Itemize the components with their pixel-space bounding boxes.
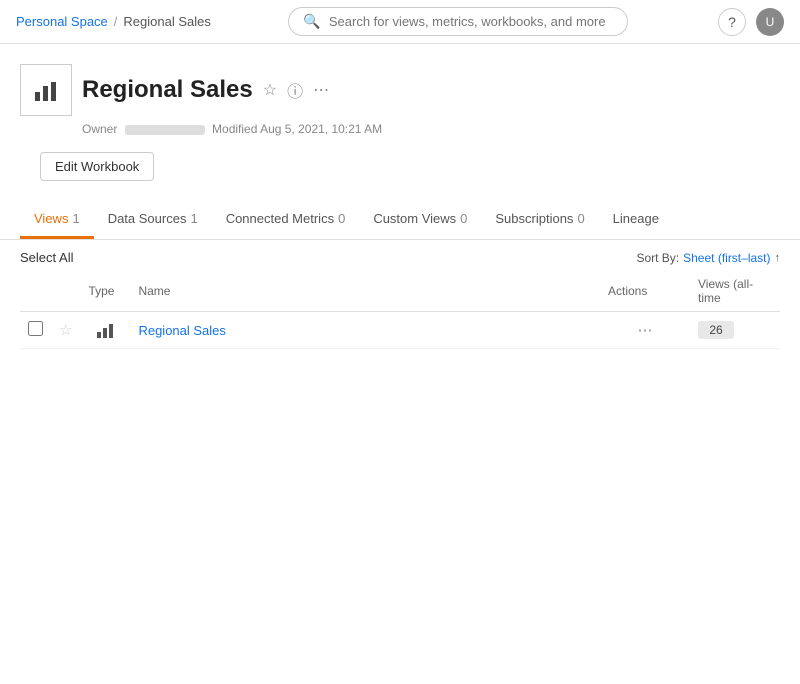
modified-label: Modified — [212, 122, 257, 136]
tab-connected-metrics-label: Connected Metrics — [226, 211, 334, 226]
views-table: Type Name Actions Views (all-time ☆ — [20, 271, 780, 349]
workbook-meta: Owner Modified Aug 5, 2021, 10:21 AM — [82, 122, 780, 136]
row-favorite-cell: ☆ — [51, 312, 80, 349]
owner-name — [125, 125, 205, 135]
row-type-icon — [88, 320, 122, 340]
table-controls: Select All Sort By: Sheet (first–last) ↑ — [20, 240, 780, 271]
help-button[interactable]: ? — [718, 8, 746, 36]
tab-custom-views[interactable]: Custom Views 0 — [359, 201, 481, 239]
row-name-link[interactable]: Regional Sales — [138, 323, 225, 338]
tab-data-sources-count: 1 — [190, 211, 197, 226]
table-row: ☆ Regional Sales ⋯ — [20, 312, 780, 349]
owner-label: Owner — [82, 122, 117, 136]
row-checkbox[interactable] — [28, 321, 43, 336]
workbook-info-icon[interactable]: ⓘ — [287, 78, 303, 102]
app-header: Personal Space / Regional Sales 🔍 ? U — [0, 0, 800, 44]
tab-data-sources-label: Data Sources — [108, 211, 187, 226]
workbook-title: Regional Sales — [82, 76, 253, 104]
search-icon: 🔍 — [303, 13, 320, 30]
tab-connected-metrics[interactable]: Connected Metrics 0 — [212, 201, 360, 239]
tab-custom-views-label: Custom Views — [373, 211, 456, 226]
sort-by-label: Sort By: — [636, 251, 679, 265]
tab-connected-metrics-count: 0 — [338, 211, 345, 226]
tab-views-count: 1 — [72, 211, 79, 226]
row-checkbox-cell — [20, 312, 51, 349]
table-header-row: Type Name Actions Views (all-time — [20, 271, 780, 312]
workbook-header: Regional Sales ☆ ⓘ ⋯ Owner Modified Aug … — [0, 44, 800, 136]
row-more-actions-icon[interactable]: ⋯ — [638, 322, 653, 339]
th-views: Views (all-time — [690, 271, 780, 312]
th-actions: Actions — [600, 271, 690, 312]
th-checkbox — [20, 271, 51, 312]
row-favorite-icon[interactable]: ☆ — [59, 322, 72, 339]
workbook-title-row: Regional Sales ☆ ⓘ ⋯ — [20, 64, 780, 116]
help-icon: ? — [728, 14, 736, 30]
header-actions: ? U — [718, 8, 784, 36]
search-bar[interactable]: 🔍 — [288, 7, 628, 36]
tab-subscriptions-label: Subscriptions — [495, 211, 573, 226]
tabs-bar: Views1 Data Sources1 Connected Metrics0 … — [0, 201, 800, 240]
row-name-cell: Regional Sales — [130, 312, 600, 349]
breadcrumb-current: Regional Sales — [123, 14, 210, 29]
tab-lineage[interactable]: Lineage — [599, 201, 673, 239]
tab-data-sources[interactable]: Data Sources1 — [94, 201, 212, 239]
tab-subscriptions-count: 0 — [577, 211, 584, 226]
tab-lineage-label: Lineage — [613, 211, 659, 226]
select-all[interactable]: Select All — [20, 250, 73, 265]
workbook-favorite-icon[interactable]: ☆ — [263, 80, 277, 100]
row-views-cell: 26 — [690, 312, 780, 349]
sort-by-control: Sort By: Sheet (first–last) ↑ — [636, 251, 780, 265]
row-actions-cell: ⋯ — [600, 312, 690, 349]
tab-views-label: Views — [34, 211, 68, 226]
sort-by-value[interactable]: Sheet (first–last) — [683, 251, 770, 265]
tab-subscriptions[interactable]: Subscriptions 0 — [481, 201, 598, 239]
tab-views[interactable]: Views 1 — [20, 201, 94, 239]
th-name: Name — [130, 271, 600, 312]
th-type: Type — [80, 271, 130, 312]
modified-date: Aug 5, 2021, 10:21 AM — [260, 122, 382, 136]
row-type-cell — [80, 312, 130, 349]
workbook-more-icon[interactable]: ⋯ — [313, 80, 329, 100]
avatar[interactable]: U — [756, 8, 784, 36]
bar-chart-icon — [32, 76, 60, 104]
breadcrumb: Personal Space / Regional Sales — [16, 14, 211, 29]
search-input[interactable] — [329, 14, 614, 29]
breadcrumb-personal-space[interactable]: Personal Space — [16, 14, 108, 29]
breadcrumb-separator: / — [114, 14, 118, 29]
views-count-badge: 26 — [698, 321, 734, 339]
tab-custom-views-count: 0 — [460, 211, 467, 226]
edit-workbook-button[interactable]: Edit Workbook — [40, 152, 154, 181]
workbook-icon — [20, 64, 72, 116]
sort-direction-icon[interactable]: ↑ — [775, 252, 781, 264]
th-favorite — [51, 271, 80, 312]
table-area: Select All Sort By: Sheet (first–last) ↑… — [0, 240, 800, 349]
